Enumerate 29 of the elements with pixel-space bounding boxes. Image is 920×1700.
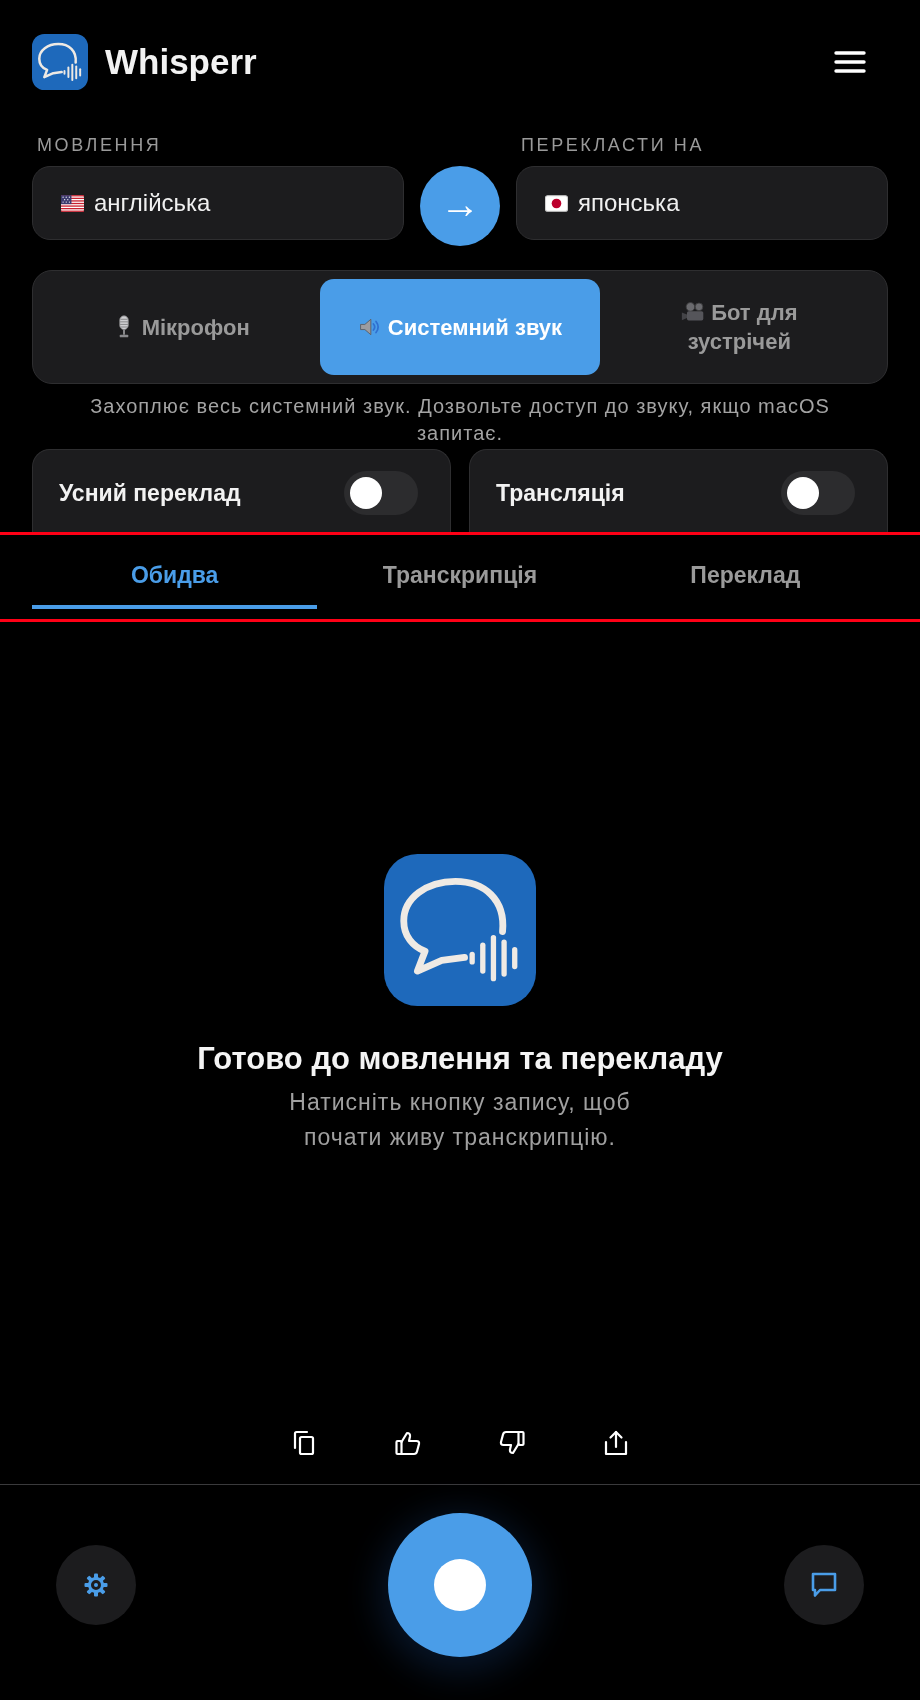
field-label: МОВЛЕННЯ (36, 134, 163, 156)
source-option[interactable]: Бот для зустрічей (599, 279, 879, 375)
record-icon (434, 1559, 486, 1611)
logo-icon (32, 34, 88, 90)
tab[interactable]: Обидва (32, 535, 318, 609)
hint-text: Захоплює весь системний звук. Дозвольте доступ до звуку, якщо macOS запитає. (89, 394, 831, 446)
flag-icon (61, 194, 84, 212)
tab[interactable]: Переклад (602, 535, 888, 609)
toggle-label: Трансляція (496, 479, 625, 507)
thumbs-down-icon[interactable] (498, 1429, 526, 1457)
flag-icon (545, 194, 568, 212)
language-selector[interactable]: англійська (32, 166, 404, 240)
source-option[interactable]: Мікрофон (41, 279, 321, 375)
empty-state-title: Готово до мовлення та перекладу (197, 1040, 723, 1078)
toggle-switch[interactable] (344, 471, 418, 515)
share-icon[interactable] (602, 1429, 630, 1457)
field-label: ПЕРЕКЛАСТИ НА (520, 134, 705, 156)
gear-icon (84, 1573, 108, 1597)
thumbs-up-icon[interactable] (394, 1429, 422, 1457)
chat-icon (809, 1570, 839, 1600)
app-title: Whisperr (105, 42, 257, 82)
video-camera-icon (681, 300, 706, 324)
toggle-label: Усний переклад (59, 479, 241, 507)
empty-state-subtitle: Натисніть кнопку запису, щоб почати живу транскрипцію. (288, 1088, 632, 1152)
menu-icon[interactable] (834, 50, 866, 74)
logo-icon (384, 854, 536, 1006)
tab[interactable]: Транскрипція (317, 535, 603, 609)
language-selector[interactable]: японська (516, 166, 888, 240)
toggle-switch[interactable] (781, 471, 855, 515)
